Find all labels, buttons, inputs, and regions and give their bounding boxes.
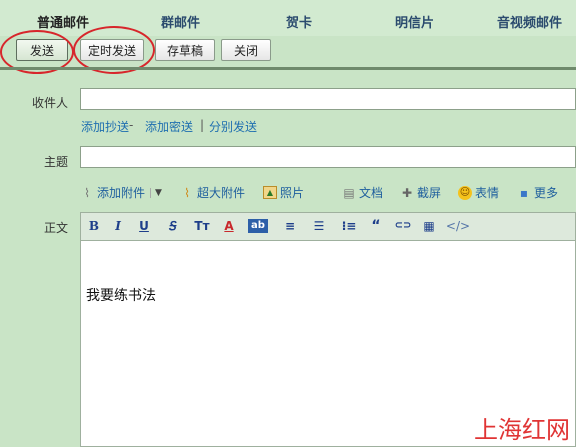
font-color-button[interactable]: A — [221, 217, 237, 235]
emoji-icon: ☺ — [458, 185, 472, 200]
add-cc-link[interactable]: 添加抄送 — [81, 118, 129, 135]
body-label: 正文 — [43, 221, 68, 235]
more-icon: ▪ — [519, 185, 529, 200]
source-code-button[interactable]: </> — [445, 217, 471, 235]
separate-send-link[interactable]: 分别发送 — [209, 118, 257, 135]
large-attachment-label: 超大附件 — [197, 186, 246, 200]
link-separator-pipe: | — [200, 118, 205, 132]
underline-button[interactable]: U — [136, 217, 152, 235]
subject-input[interactable] — [80, 146, 576, 168]
more-label: 更多 — [534, 186, 559, 200]
tab-group-mail[interactable]: 群邮件 — [161, 12, 200, 31]
font-size-button[interactable]: Tт — [192, 217, 212, 235]
table-button[interactable]: ▦ — [421, 217, 437, 235]
recipient-label: 收件人 — [31, 96, 68, 110]
photo-icon: ▲ — [263, 186, 277, 199]
align-button[interactable]: ≡ — [280, 217, 300, 235]
add-bcc-link[interactable]: 添加密送 — [145, 118, 193, 135]
document-label: 文档 — [359, 186, 384, 200]
save-draft-button[interactable]: 存草稿 — [155, 39, 215, 61]
add-attachment-label: 添加附件 — [97, 186, 146, 200]
tab-normal-mail[interactable]: 普通邮件 — [37, 12, 89, 31]
toolbar-divider — [0, 67, 576, 70]
bullet-list-button[interactable]: ☰ — [308, 217, 330, 235]
close-button[interactable]: 关闭 — [221, 39, 271, 61]
paperclip-icon: ⌇ — [84, 185, 90, 200]
italic-button[interactable]: I — [110, 217, 126, 235]
photo-label: 照片 — [280, 186, 305, 200]
numbered-list-button[interactable]: ⁝≡ — [338, 217, 360, 235]
clear-format-button[interactable]: Ꭶ — [163, 217, 181, 235]
recipient-input[interactable] — [80, 88, 576, 110]
screenshot-label: 截屏 — [417, 186, 442, 200]
tab-av-mail[interactable]: 音视频邮件 — [497, 12, 562, 31]
large-attachment-button[interactable]: ⌇ 超大附件 — [180, 184, 245, 201]
more-button[interactable]: ▪ 更多 — [517, 184, 558, 201]
document-icon: ▤ — [343, 185, 355, 200]
photo-button[interactable]: ▲ 照片 — [263, 184, 304, 201]
link-separator-dash: - — [129, 118, 134, 132]
document-button[interactable]: ▤ 文档 — [342, 184, 383, 201]
large-attachment-icon: ⌇ — [184, 185, 190, 200]
bold-button[interactable]: B — [86, 217, 102, 235]
screenshot-button[interactable]: ✚ 截屏 — [400, 184, 441, 201]
tab-postcard[interactable]: 明信片 — [395, 12, 434, 31]
link-button[interactable]: ⊂⊃ — [393, 217, 413, 235]
screenshot-icon: ✚ — [401, 185, 413, 200]
emoji-button[interactable]: ☺ 表情 — [458, 184, 499, 201]
chevron-down-icon[interactable]: ▼ — [150, 187, 162, 198]
watermark-text: 上海红网 — [474, 416, 570, 444]
subject-label: 主题 — [43, 155, 68, 169]
body-text: 我要练书法 — [86, 288, 156, 304]
emoji-label: 表情 — [475, 186, 500, 200]
quote-button[interactable]: “ — [369, 217, 383, 235]
highlight-button[interactable]: ab — [248, 219, 268, 233]
add-attachment-button[interactable]: ⌇ 添加附件 ▼ — [80, 184, 162, 201]
tab-greeting-card[interactable]: 贺卡 — [286, 12, 312, 31]
